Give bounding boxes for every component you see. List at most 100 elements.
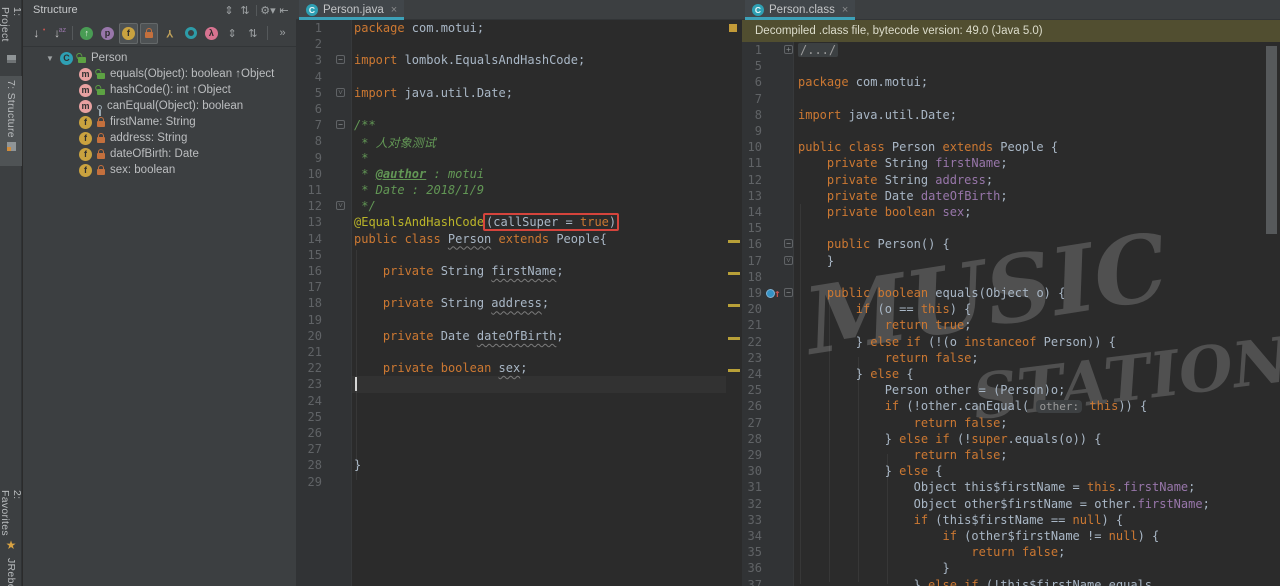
code-line[interactable]: 25 Person other = (Person)o; xyxy=(742,382,1280,399)
toolwindow-button-structure[interactable]: 7: Structure xyxy=(0,76,22,166)
code-line[interactable]: 14 private boolean sex; xyxy=(742,204,1280,221)
code-line[interactable]: 25 xyxy=(296,409,742,426)
java-editor-body[interactable]: 1 package com.motui; 2 3− import lombok.Equa… xyxy=(296,20,742,586)
tree-item[interactable]: f sex: boolean xyxy=(23,162,296,178)
code-line[interactable]: 11 * Date : 2018/1/9 xyxy=(296,182,742,199)
toolwindow-button-jrebel[interactable]: JRebel xyxy=(0,554,22,586)
code-line[interactable]: 13 private Date dateOfBirth; xyxy=(742,188,1280,205)
code-line[interactable]: 14 public class Person extends People{ xyxy=(296,231,742,248)
fold-marker-icon[interactable]: − xyxy=(336,120,345,130)
tree-item[interactable]: f address: String xyxy=(23,130,296,146)
code-line[interactable]: 3 − import lombok.EqualsAndHashCode; xyxy=(296,52,742,69)
fold-marker-icon[interactable]: ˅ xyxy=(336,201,345,211)
code-line[interactable]: 9 xyxy=(742,123,1280,140)
fold-marker-icon[interactable]: − xyxy=(784,288,793,297)
code-line[interactable]: 19 xyxy=(296,312,742,329)
code-line[interactable]: 1 package com.motui; xyxy=(296,20,742,37)
code-line[interactable]: 13 @EqualsAndHashCode (callSuper = true) xyxy=(296,213,742,232)
code-line[interactable]: 8 import java.util.Date; xyxy=(742,107,1280,124)
code-line[interactable]: 36 } xyxy=(742,560,1280,577)
code-line[interactable]: 6 xyxy=(296,101,742,118)
code-line[interactable]: 17 xyxy=(296,279,742,296)
code-line[interactable]: 18 xyxy=(742,269,1280,286)
collapse-all-icon[interactable]: ⇅ xyxy=(244,23,263,44)
code-line[interactable]: 7 xyxy=(742,91,1280,108)
code-line[interactable]: 29 xyxy=(296,474,742,491)
code-line[interactable]: 15 xyxy=(742,220,1280,237)
code-line[interactable]: 5 ˅ import java.util.Date; xyxy=(296,85,742,102)
anonymous-classes-icon[interactable]: Y xyxy=(160,23,179,44)
tree-item[interactable]: m canEqual(Object): boolean xyxy=(23,98,296,116)
code-line[interactable]: 12 private String address; xyxy=(742,172,1280,189)
code-line[interactable]: 10 * @author : motui xyxy=(296,166,742,183)
expand-all-icon[interactable]: ⇕ xyxy=(223,23,242,44)
tree-item[interactable]: m hashCode(): int ↑Object xyxy=(23,82,296,98)
code-line[interactable]: 2 xyxy=(296,36,742,53)
code-line[interactable]: 10 public class Person extends People { xyxy=(742,139,1280,156)
class-editor-body[interactable]: MUSIC STATION 1 +/.../5 6 package com.motui… xyxy=(742,42,1280,586)
code-line[interactable]: 32 Object other$firstName = other.firstN… xyxy=(742,496,1280,513)
warning-stripe-mark[interactable] xyxy=(728,272,740,275)
code-line[interactable]: 4 xyxy=(296,69,742,86)
code-line[interactable]: 9 * xyxy=(296,150,742,167)
code-line[interactable]: 20 private Date dateOfBirth; xyxy=(296,328,742,345)
code-line[interactable]: 31 Object this$firstName = this.firstNam… xyxy=(742,479,1280,496)
sort-by-visibility-icon[interactable]: ↓ • xyxy=(27,23,46,44)
code-line[interactable]: 24 xyxy=(296,393,742,410)
overrides-method-icon[interactable]: ↑ xyxy=(766,287,781,300)
code-line[interactable]: 29 return false; xyxy=(742,447,1280,464)
code-line[interactable]: 30 } else { xyxy=(742,463,1280,480)
toolwindow-button-project[interactable]: 1: Project xyxy=(0,3,23,67)
tab-person-class[interactable]: C Person.class × xyxy=(745,0,856,20)
code-line[interactable]: 26 if (!other.canEqual( other: this)) { xyxy=(742,398,1280,415)
code-line[interactable]: 35 return false; xyxy=(742,544,1280,561)
code-line[interactable]: 26 xyxy=(296,425,742,442)
code-line[interactable]: 28} xyxy=(296,457,742,474)
code-line[interactable]: 27 return false; xyxy=(742,415,1280,432)
code-line[interactable]: 33 if (this$firstName == null) { xyxy=(742,512,1280,529)
settings-gear-icon[interactable]: ⚙▾ xyxy=(260,4,276,17)
code-line[interactable]: 27 xyxy=(296,441,742,458)
show-inherited-icon[interactable]: ↑ xyxy=(77,23,96,44)
tree-item[interactable]: f firstName: String xyxy=(23,114,296,130)
expand-arrow-icon[interactable]: ▼ xyxy=(45,54,55,63)
code-line[interactable]: 24 } else { xyxy=(742,366,1280,383)
close-tab-icon[interactable]: × xyxy=(842,4,848,16)
tree-item[interactable]: m equals(Object): boolean ↑Object xyxy=(23,66,296,82)
code-line[interactable]: 15 xyxy=(296,247,742,264)
code-line[interactable]: 28 } else if (!super.equals(o)) { xyxy=(742,431,1280,448)
code-line[interactable]: 22 private boolean sex; xyxy=(296,360,742,377)
inspection-indicator[interactable] xyxy=(729,24,737,32)
code-line[interactable]: 17 ˅ } xyxy=(742,253,1280,270)
code-line[interactable]: 21 xyxy=(296,344,742,361)
code-line[interactable]: 1 + /.../ xyxy=(742,42,1280,59)
code-line[interactable]: 20 if (o == this) { xyxy=(742,301,1280,318)
collapse-all-icon[interactable]: ⇅ xyxy=(237,4,253,17)
code-line[interactable]: 16 private String firstName; xyxy=(296,263,742,280)
code-line[interactable]: 23 xyxy=(296,376,742,393)
fold-marker-icon[interactable]: + xyxy=(784,45,793,54)
show-fields-icon[interactable]: f xyxy=(118,22,138,44)
warning-stripe-mark[interactable] xyxy=(728,304,740,308)
code-line[interactable]: 18 private String address; xyxy=(296,295,742,312)
tree-item[interactable]: f dateOfBirth: Date xyxy=(23,146,296,162)
show-inner-classes-icon[interactable] xyxy=(181,23,200,44)
show-properties-icon[interactable]: p xyxy=(98,23,117,44)
code-line[interactable]: 7 −/** xyxy=(296,117,742,134)
warning-stripe-mark[interactable] xyxy=(728,336,740,340)
fold-marker-icon[interactable]: ˅ xyxy=(336,87,345,97)
code-line[interactable]: 8 * 人对象测试 xyxy=(296,133,742,150)
warning-stripe-mark[interactable] xyxy=(728,239,740,243)
code-line[interactable]: 21 return true; xyxy=(742,317,1280,334)
expand-all-icon[interactable]: ⇕ xyxy=(221,4,237,17)
overflow-chevron-icon[interactable]: » xyxy=(273,23,292,44)
show-lambdas-icon[interactable]: λ xyxy=(202,23,221,44)
code-line[interactable]: 37 } else if (!this$firstName.equals xyxy=(742,577,1280,586)
code-line[interactable]: 16 − public Person() { xyxy=(742,236,1280,253)
close-tab-icon[interactable]: × xyxy=(391,4,397,16)
code-line[interactable]: 22 } else if (!(o instanceof Person)) { xyxy=(742,334,1280,351)
fold-marker-icon[interactable]: ˅ xyxy=(784,255,793,265)
code-line[interactable]: 6 package com.motui; xyxy=(742,74,1280,91)
code-line[interactable]: 23 return false; xyxy=(742,350,1280,367)
scrollbar-thumb[interactable] xyxy=(1266,46,1277,234)
